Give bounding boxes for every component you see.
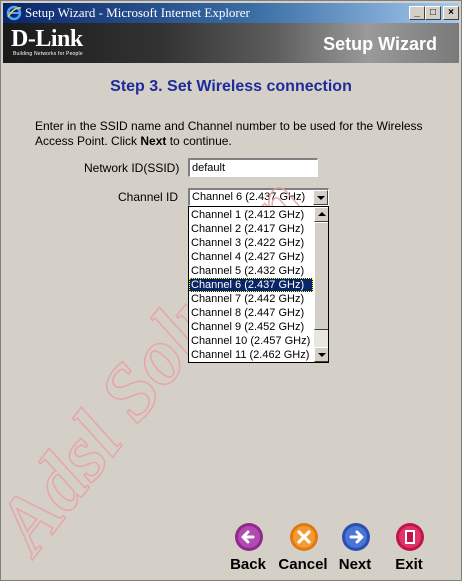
ssid-input[interactable] (188, 158, 318, 177)
exit-label: Exit (395, 556, 423, 573)
cancel-label: Cancel (278, 556, 328, 573)
scroll-up-icon[interactable] (314, 207, 328, 222)
internet-explorer-icon (6, 5, 22, 21)
dropdown-arrow-icon[interactable] (313, 190, 328, 205)
wizard-window: Setup Wizard - Microsoft Internet Explor… (0, 0, 462, 581)
logo-tagline: Building Networks for People (13, 51, 83, 57)
close-button[interactable]: × (443, 6, 459, 20)
channel-label: Channel ID (118, 190, 179, 204)
exit-door-icon (396, 523, 424, 551)
instructions-next-word: Next (140, 134, 167, 148)
maximize-button[interactable]: □ (425, 6, 441, 20)
cancel-x-icon (290, 523, 318, 551)
next-label: Next (338, 556, 372, 573)
header-banner: D-Link Building Networks for People Setu… (3, 23, 459, 63)
instructions-text: Enter in the SSID name and Channel numbe… (35, 119, 435, 149)
channel-option-5[interactable]: Channel 5 (2.432 GHz) (189, 264, 313, 278)
channel-option-7[interactable]: Channel 7 (2.442 GHz) (189, 292, 313, 306)
back-arrow-icon (235, 523, 263, 551)
channel-option-6-selected[interactable]: Channel 6 (2.437 GHz) (189, 278, 313, 292)
exit-button[interactable]: Exit (386, 522, 432, 578)
dropdown-scrollbar[interactable] (314, 207, 328, 362)
banner-title: Setup Wizard (323, 34, 437, 54)
instructions-post: to continue. (166, 134, 232, 148)
channel-select[interactable]: Channel 6 (2.437 GHz) (188, 188, 329, 206)
next-button[interactable]: Next (332, 522, 378, 578)
next-arrow-icon (342, 523, 370, 551)
cancel-button[interactable]: Cancel (278, 522, 328, 578)
channel-option-8[interactable]: Channel 8 (2.447 GHz) (189, 306, 313, 320)
back-button[interactable]: Back (225, 522, 271, 578)
scroll-thumb[interactable] (314, 222, 328, 330)
channel-option-4[interactable]: Channel 4 (2.427 GHz) (189, 250, 313, 264)
channel-option-9[interactable]: Channel 9 (2.452 GHz) (189, 320, 313, 334)
ssid-label: Network ID(SSID) (84, 161, 180, 175)
channel-option-1[interactable]: Channel 1 (2.412 GHz) (189, 208, 313, 222)
back-label: Back (230, 556, 266, 573)
channel-option-2[interactable]: Channel 2 (2.417 GHz) (189, 222, 313, 236)
channel-selected-value: Channel 6 (2.437 GHz) (192, 191, 306, 203)
title-bar[interactable]: Setup Wizard - Microsoft Internet Explor… (3, 3, 459, 23)
dlink-logo: D-Link (11, 26, 83, 52)
scroll-down-icon[interactable] (314, 347, 328, 362)
channel-dropdown-list[interactable]: Channel 1 (2.412 GHz) Channel 2 (2.417 G… (188, 206, 329, 363)
channel-option-3[interactable]: Channel 3 (2.422 GHz) (189, 236, 313, 250)
channel-option-11[interactable]: Channel 11 (2.462 GHz) (189, 348, 313, 362)
window-title: Setup Wizard - Microsoft Internet Explor… (25, 5, 250, 20)
minimize-button[interactable]: _ (409, 6, 425, 20)
step-title: Step 3. Set Wireless connection (110, 78, 352, 95)
channel-option-10[interactable]: Channel 10 (2.457 GHz) (189, 334, 313, 348)
